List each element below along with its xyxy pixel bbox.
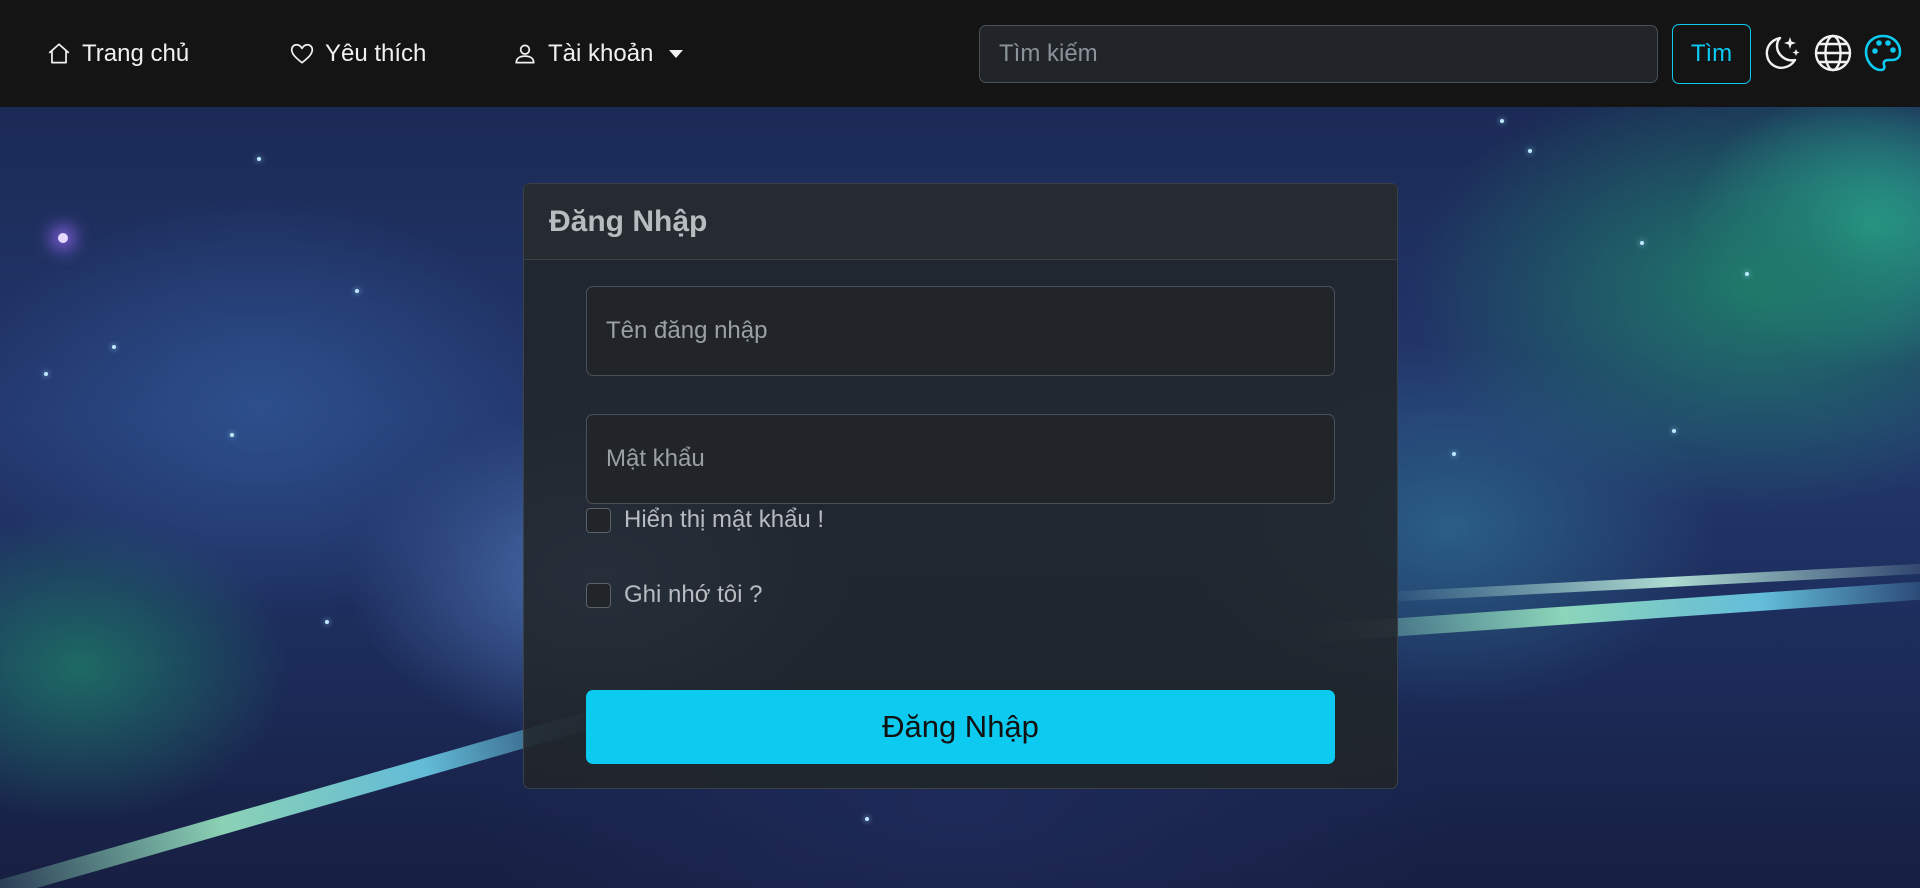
chevron-down-icon [669,49,684,58]
remember-me-label: Ghi nhớ tôi ? [624,581,763,608]
star [1500,119,1504,123]
globe-icon[interactable] [1812,32,1854,74]
star [1528,149,1532,153]
star [230,433,234,437]
star [325,620,329,624]
nav-account-dropdown[interactable]: Tài khoản [512,0,684,107]
login-title: Đăng Nhập [524,184,1397,260]
remember-me-checkbox[interactable] [586,582,611,608]
heart-icon [290,43,314,64]
star [1672,429,1676,433]
palette-icon[interactable] [1862,32,1904,74]
star [1640,241,1644,245]
star [58,233,68,243]
nav-favorites-link[interactable]: Yêu thích [289,0,426,107]
house-icon [48,42,70,64]
star [355,289,359,293]
show-password-option[interactable]: Hiển thị mật khẩu ! [586,506,824,534]
star [1745,272,1749,276]
nav-favorites-label: Yêu thích [325,39,427,67]
star [112,345,116,349]
show-password-label: Hiển thị mật khẩu ! [624,506,825,533]
remember-me-option[interactable]: Ghi nhớ tôi ? [586,581,762,609]
nav-home-link[interactable]: Trang chủ [46,0,189,107]
top-navbar: Trang chủ Yêu thích Tài khoản Tìm [0,0,1920,107]
search-input[interactable] [979,25,1658,83]
show-password-checkbox[interactable] [586,507,611,533]
star [257,157,261,161]
star [1452,452,1456,456]
username-input[interactable] [586,286,1335,376]
nav-account-label: Tài khoản [548,39,654,67]
password-input[interactable] [586,414,1335,504]
login-submit-button[interactable]: Đăng Nhập [586,690,1335,764]
person-icon [515,43,535,64]
search-button[interactable]: Tìm [1672,24,1751,84]
moon-stars-icon[interactable] [1760,32,1802,74]
nav-home-label: Trang chủ [82,39,190,67]
star [865,817,869,821]
login-card: Đăng Nhập Hiển thị mật khẩu ! Ghi nhớ tô… [523,183,1398,789]
star [44,372,48,376]
